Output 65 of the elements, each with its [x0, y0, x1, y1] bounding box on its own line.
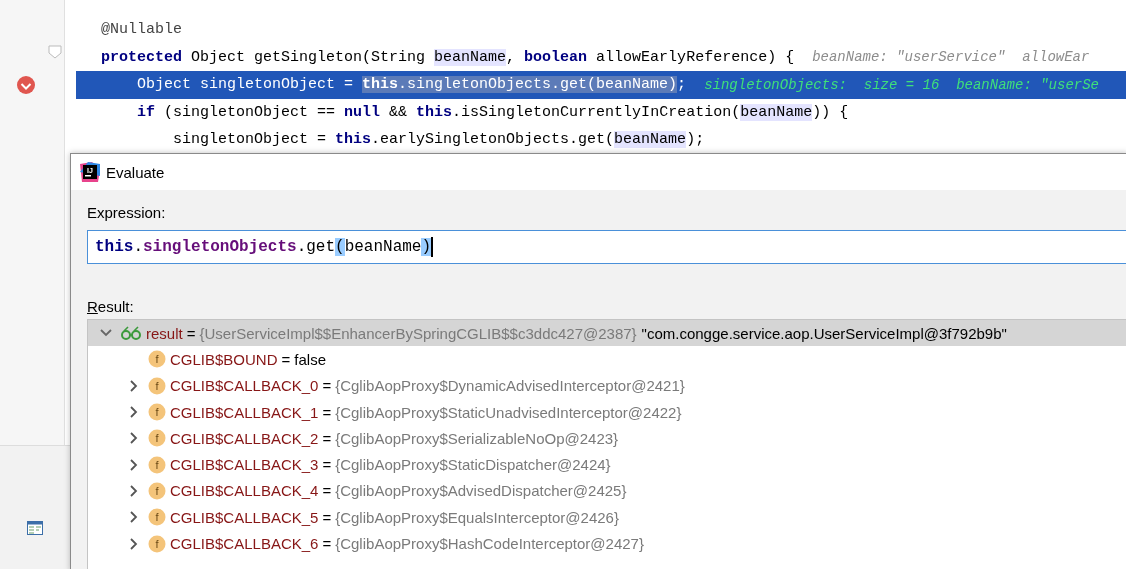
fold-marker-icon[interactable] — [48, 44, 62, 59]
equals-sign: = — [322, 482, 332, 500]
equals-sign: = — [322, 429, 332, 447]
field-icon: f — [148, 534, 166, 553]
breakpoint-icon[interactable] — [16, 74, 36, 95]
tree-row[interactable]: f CGLIB$BOUND = false — [88, 346, 1126, 373]
variable-name: CGLIB$CALLBACK_2 — [170, 429, 319, 447]
field-icon: f — [148, 376, 166, 395]
chevron-right-icon[interactable] — [130, 406, 138, 419]
tree-row[interactable]: f CGLIB$CALLBACK_6 = {CglibAopProxy$HashCodeInterceptor@2427} — [88, 530, 1126, 557]
field-icon: f — [148, 350, 166, 369]
code-line: @Nullable — [100, 20, 183, 41]
result-label: Result: — [87, 298, 135, 315]
tree-row[interactable]: f CGLIB$CALLBACK_5 = {CglibAopProxy$EqualsInterceptor@2426} — [88, 504, 1126, 531]
value-description: "com.congge.service.aop.UserServiceImpl@3f792b9b" — [641, 324, 1007, 342]
glasses-icon — [120, 326, 142, 341]
tree-row[interactable]: f CGLIB$CALLBACK_4 = {CglibAopProxy$AdvisedDispatcher@2425} — [88, 477, 1126, 505]
code-line: singletonObject = this.earlySingletonObjects.get(beanName); — [172, 130, 706, 151]
equals-sign: = — [322, 535, 332, 552]
variable-name: CGLIB$CALLBACK_4 — [170, 482, 319, 500]
field-icon: f — [148, 403, 166, 422]
variable-value: {UserServiceImpl$$EnhancerBySpringCGLIB$$c3ddc427@2387} — [199, 324, 637, 342]
equals-sign: = — [322, 456, 332, 474]
variable-value: {CglibAopProxy$StaticDispatcher@2424} — [335, 456, 611, 474]
chevron-right-icon[interactable] — [130, 379, 138, 392]
code-line: if (singletonObject == null && this.isSingletonCurrentlyInCreation(beanName)) { — [136, 102, 850, 123]
chevron-right-icon[interactable] — [130, 484, 138, 497]
chevron-right-icon[interactable] — [130, 537, 138, 550]
variable-value: {CglibAopProxy$EqualsInterceptor@2426} — [335, 508, 619, 526]
tree-row[interactable]: f CGLIB$CALLBACK_0 = {CglibAopProxy$DynamicAdvisedInterceptor@2421} — [88, 372, 1126, 399]
chevron-right-icon[interactable] — [130, 458, 138, 471]
chevron-down-icon[interactable] — [100, 329, 112, 338]
variable-value: {CglibAopProxy$StaticUnadvisedInterceptor@2422} — [335, 403, 682, 421]
tree-row[interactable]: f CGLIB$CALLBACK_2 = {CglibAopProxy$SerializableNoOp@2423} — [88, 425, 1126, 452]
variable-name: CGLIB$CALLBACK_5 — [170, 508, 319, 526]
variable-value: {CglibAopProxy$HashCodeInterceptor@2427} — [335, 535, 644, 552]
equals-sign: = — [322, 403, 332, 421]
variable-name: CGLIB$CALLBACK_1 — [170, 403, 319, 421]
equals-sign: = — [281, 350, 291, 368]
chevron-right-icon[interactable] — [130, 432, 138, 445]
variable-name: CGLIB$CALLBACK_6 — [170, 535, 319, 552]
variable-name: CGLIB$BOUND — [170, 350, 278, 368]
field-icon: f — [148, 455, 166, 474]
chevron-right-icon[interactable] — [130, 511, 138, 524]
variable-value: {CglibAopProxy$AdvisedDispatcher@2425} — [335, 482, 627, 500]
variable-value: {CglibAopProxy$DynamicAdvisedInterceptor@2421} — [335, 377, 685, 395]
tree-row[interactable]: f CGLIB$CALLBACK_3 = {CglibAopProxy$StaticDispatcher@2424} — [88, 451, 1126, 478]
tree-row[interactable]: f CGLIB$CALLBACK_1 = {CglibAopProxy$StaticUnadvisedInterceptor@2422} — [88, 398, 1126, 426]
equals-sign: = — [322, 508, 332, 526]
variable-name: result — [146, 324, 183, 342]
variable-name: CGLIB$CALLBACK_0 — [170, 377, 319, 395]
variable-value: {CglibAopProxy$SerializableNoOp@2423} — [335, 429, 619, 447]
dialog-title: Evaluate — [106, 163, 165, 181]
field-icon: f — [148, 429, 166, 448]
table-icon[interactable] — [27, 521, 43, 535]
variable-value: false — [294, 350, 326, 368]
equals-sign: = — [322, 377, 332, 395]
field-icon: f — [148, 508, 166, 527]
field-icon: f — [148, 481, 166, 500]
expression-label: Expression: — [87, 204, 167, 221]
expression-field[interactable]: this.singletonObjects.get(beanName) — [87, 230, 1126, 264]
equals-sign: = — [186, 324, 196, 342]
tree-row[interactable]: result = {UserServiceImpl$$EnhancerBySpringCGLIB$$c3ddc427@2387} "com.congge.service.aop.UserServiceImpl@3f792b9b" — [88, 320, 1126, 347]
code-line: protected Object getSingleton(String beanName, boolean allowEarlyReference) { beanName: "userService" allowEar — [0, 43, 1126, 71]
variable-name: CGLIB$CALLBACK_3 — [170, 456, 319, 474]
